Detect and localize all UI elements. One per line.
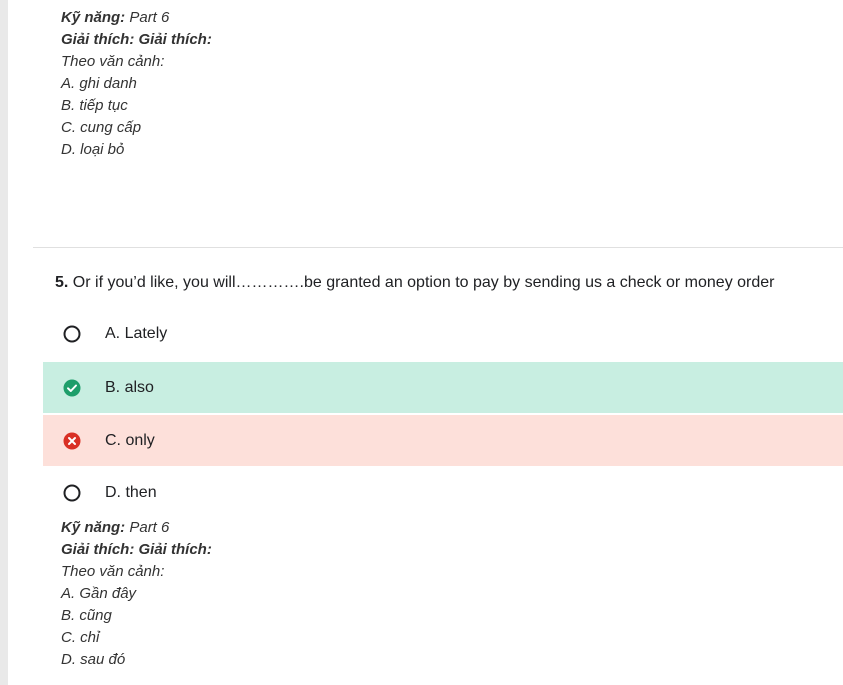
explain-option: C. cung cấp: [61, 119, 142, 136]
explain-option: A. ghi danh: [61, 75, 137, 92]
skill-row: Kỹ năng: Part 6: [61, 7, 212, 29]
explain-option: C. chỉ: [61, 629, 100, 646]
explain-option: B. cũng: [61, 607, 112, 624]
option-a[interactable]: A. Lately: [43, 308, 843, 359]
explain-option: B. tiếp tục: [61, 97, 128, 114]
skill-label: Kỹ năng:: [61, 9, 126, 26]
option-label: A. Lately: [105, 324, 168, 342]
option-d[interactable]: D. then: [43, 467, 843, 518]
quiz-review-page: Kỹ năng: Part 6 Giải thích: Giải thích: …: [0, 0, 843, 685]
context-label: Theo văn cảnh:: [61, 53, 165, 70]
explain-option: D. sau đó: [61, 651, 126, 668]
question-explanation: Kỹ năng: Part 6 Giải thích: Giải thích: …: [61, 517, 212, 671]
option-label: D. then: [105, 483, 157, 501]
skill-label: Kỹ năng:: [61, 519, 126, 536]
explain-option: D. loại bỏ: [61, 141, 125, 158]
skill-row: Kỹ năng: Part 6: [61, 517, 212, 539]
option-b[interactable]: B. also: [43, 362, 843, 413]
question-body: Or if you’d like, you will………….be grante…: [72, 274, 775, 291]
left-border: [0, 0, 8, 685]
option-label: B. also: [105, 378, 154, 396]
explain-label: Giải thích: Giải thích:: [61, 31, 212, 48]
skill-value: Part 6: [129, 519, 170, 536]
option-label: C. only: [105, 431, 155, 449]
explain-label: Giải thích: Giải thích:: [61, 541, 212, 558]
question-divider: [33, 247, 843, 248]
radio-empty-icon[interactable]: [63, 325, 81, 343]
question-number: 5.: [55, 274, 69, 291]
question-text: 5. Or if you’d like, you will………….be gra…: [55, 272, 774, 294]
explain-option: A. Gần đây: [61, 585, 137, 602]
option-c[interactable]: C. only: [43, 415, 843, 466]
x-circle-icon: [63, 432, 81, 450]
previous-explanation: Kỹ năng: Part 6 Giải thích: Giải thích: …: [61, 7, 212, 161]
context-label: Theo văn cảnh:: [61, 563, 165, 580]
radio-empty-icon[interactable]: [63, 484, 81, 502]
skill-value: Part 6: [129, 9, 170, 26]
check-circle-icon: [63, 379, 81, 397]
